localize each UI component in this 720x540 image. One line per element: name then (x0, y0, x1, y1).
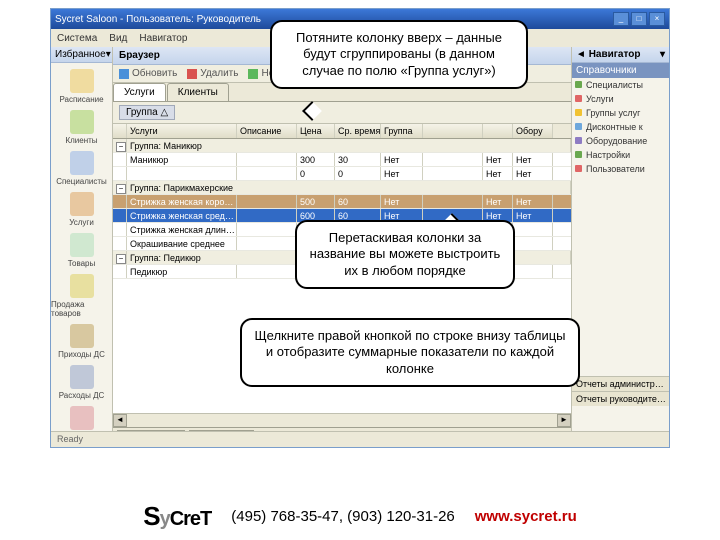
window-title: Sycret Saloon - Пользователь: Руководите… (55, 14, 261, 25)
nav-item[interactable]: Пользователи (572, 162, 669, 176)
menu-view[interactable]: Вид (109, 33, 127, 44)
column-header[interactable]: Описание (237, 124, 297, 138)
footer-phones: (495) 768-35-47, (903) 120-31-26 (231, 508, 454, 525)
shortcut-icon (70, 324, 94, 348)
nav-item[interactable]: Группы услуг (572, 106, 669, 120)
expand-icon[interactable]: − (116, 142, 126, 152)
shortcut-icon (70, 151, 94, 175)
delete-button[interactable]: Удалить (187, 68, 238, 79)
sidebar-shortcut[interactable]: Расходы ДС (51, 365, 112, 400)
refresh-icon (119, 69, 129, 79)
maximize-button[interactable]: □ (631, 12, 647, 26)
callout-reorder-hint: Перетаскивая колонки за название вы може… (295, 220, 515, 289)
sidebar-shortcut[interactable]: Клиенты (51, 110, 112, 145)
nav-item[interactable]: Дисконтные к (572, 120, 669, 134)
column-header[interactable]: Группа (381, 124, 423, 138)
shortcut-icon (70, 406, 94, 430)
nav-category[interactable]: Справочники (572, 63, 669, 78)
grid-header-row: УслугиОписаниеЦенаСр. времяГруппа Обору (113, 124, 571, 139)
table-row[interactable]: Стрижка женская коро…50060НетНетНет (113, 195, 571, 209)
column-header[interactable]: Цена (297, 124, 335, 138)
column-header[interactable] (483, 124, 513, 138)
horizontal-scrollbar[interactable]: ◄ ► (113, 413, 571, 427)
minimize-button[interactable]: _ (613, 12, 629, 26)
nav-item[interactable]: Услуги (572, 92, 669, 106)
refresh-button[interactable]: Обновить (119, 68, 177, 79)
group-by-row[interactable]: Группа △ (113, 102, 571, 124)
menu-system[interactable]: Система (57, 33, 97, 44)
shortcut-icon (70, 110, 94, 134)
navigator-header[interactable]: ◄ Навигатор ▾ (572, 47, 669, 63)
column-header[interactable]: Ср. время (335, 124, 381, 138)
favorites-header[interactable]: Избранное ▾ (51, 47, 112, 63)
scroll-left-button[interactable]: ◄ (113, 414, 127, 427)
tab-clients[interactable]: Клиенты (167, 83, 229, 101)
chevron-down-icon: ▾ (106, 49, 111, 60)
nav-reports-manager[interactable]: Отчеты руководите… (572, 391, 669, 406)
delete-icon (187, 69, 197, 79)
menu-navigator[interactable]: Навигатор (139, 33, 187, 44)
expand-icon[interactable]: − (116, 184, 126, 194)
sidebar-shortcut[interactable]: Услуги (51, 192, 112, 227)
sidebar-shortcut[interactable]: Расписание (51, 69, 112, 104)
sidebar-shortcut[interactable]: Товары (51, 233, 112, 268)
tab-services[interactable]: Услуги (113, 83, 166, 101)
left-sidebar: Избранное ▾ Расписание Клиенты Специалисты… (51, 47, 113, 447)
nav-reports-admin[interactable]: Отчеты администр… (572, 376, 669, 391)
expand-icon[interactable]: − (116, 254, 126, 264)
nav-item[interactable]: Настройки (572, 148, 669, 162)
status-bar: Ready (51, 431, 669, 447)
shortcut-icon (70, 69, 94, 93)
footer-url: www.sycret.ru (475, 508, 577, 525)
shortcut-icon (70, 274, 94, 298)
scroll-right-button[interactable]: ► (557, 414, 571, 427)
nav-item[interactable]: Оборудование (572, 134, 669, 148)
chevron-down-icon: ▾ (660, 49, 665, 60)
group-row[interactable]: −Группа: Парикмахерские (113, 181, 571, 195)
footer: SyCreT (495) 768-35-47, (903) 120-31-26 … (0, 501, 720, 532)
column-header[interactable] (113, 124, 127, 138)
sidebar-shortcut[interactable]: Специалисты (51, 151, 112, 186)
sidebar-shortcut[interactable]: Приходы ДС (51, 324, 112, 359)
group-row[interactable]: −Группа: Маникюр (113, 139, 571, 153)
sidebar-shortcut[interactable]: Продажа товаров (51, 274, 112, 318)
shortcut-icon (70, 365, 94, 389)
column-header[interactable]: Услуги (127, 124, 237, 138)
callout-summary-hint: Щелкните правой кнопкой по строке внизу … (240, 318, 580, 387)
group-chip[interactable]: Группа △ (119, 105, 175, 120)
logo: SyCreT (143, 501, 211, 532)
close-button[interactable]: × (649, 12, 665, 26)
column-header[interactable]: Обору (513, 124, 553, 138)
shortcut-icon (70, 192, 94, 216)
callout-group-hint: Потяните колонку вверх – данные будут сг… (270, 20, 528, 89)
column-header[interactable] (423, 124, 483, 138)
nav-item[interactable]: Специалисты (572, 78, 669, 92)
table-row[interactable]: 00НетНетНет (113, 167, 571, 181)
plus-icon (248, 69, 258, 79)
right-sidebar: ◄ Навигатор ▾ Справочники СпециалистыУсл… (571, 47, 669, 447)
table-row[interactable]: Маникюр30030НетНетНет (113, 153, 571, 167)
shortcut-icon (70, 233, 94, 257)
